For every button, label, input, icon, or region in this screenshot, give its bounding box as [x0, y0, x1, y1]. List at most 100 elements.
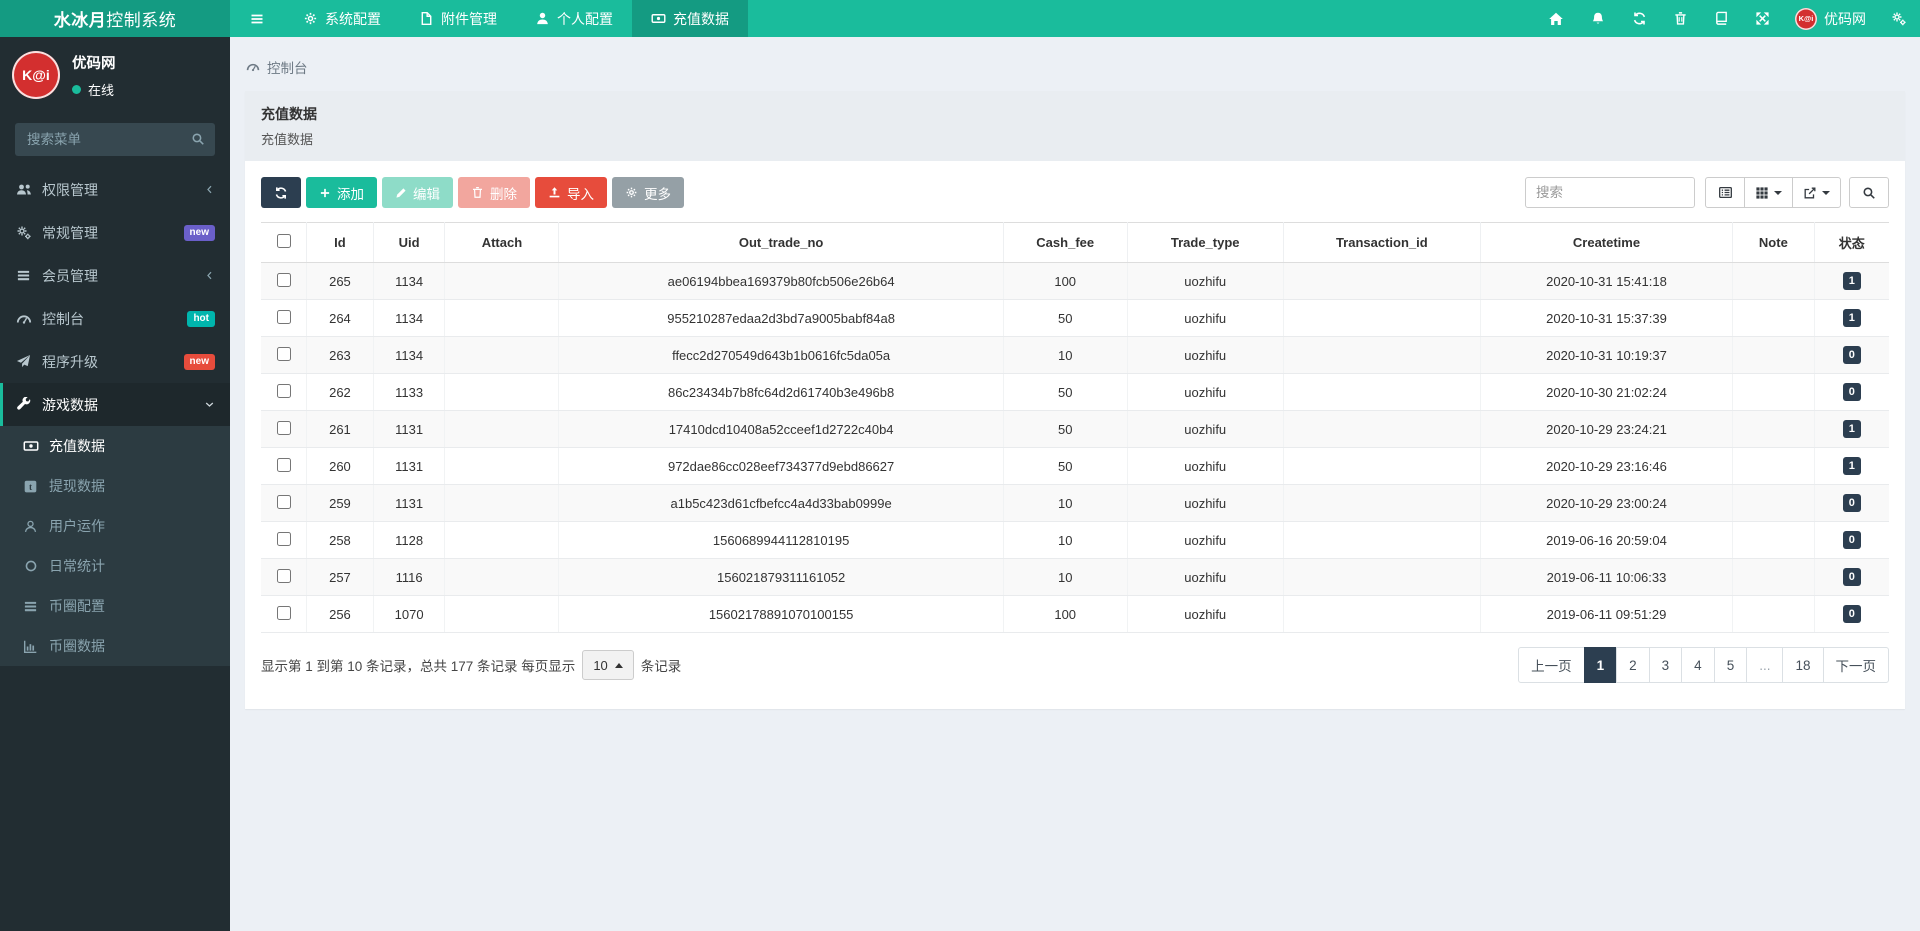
- caret-down-icon: [1822, 190, 1830, 195]
- menu-search-input[interactable]: [15, 123, 215, 156]
- cell-note: [1732, 484, 1815, 522]
- table-toolbar: 添加 编辑 删除 导入 更多: [261, 177, 1889, 208]
- sidebar-item-user-operation[interactable]: 用户运作: [0, 506, 230, 546]
- nav-item-system-config[interactable]: 系统配置: [284, 0, 400, 37]
- row-checkbox[interactable]: [276, 568, 291, 583]
- row-checkbox[interactable]: [276, 605, 291, 620]
- cell-trade-type: uozhifu: [1126, 373, 1284, 411]
- table-header-row: Id Uid Attach Out_trade_no Cash_fee Trad…: [261, 222, 1889, 263]
- tachometer-icon: [16, 314, 31, 324]
- sidebar-item-members[interactable]: 会员管理: [0, 254, 230, 297]
- page-button[interactable]: 4: [1681, 647, 1715, 683]
- delete-button[interactable]: 删除: [458, 177, 530, 208]
- row-checkbox[interactable]: [276, 346, 291, 361]
- status-badge: 1: [1842, 309, 1861, 327]
- sidebar-item-withdraw-data[interactable]: t 提现数据: [0, 466, 230, 506]
- cell-id: 259: [306, 484, 374, 522]
- toggle-view-button[interactable]: [1705, 177, 1745, 208]
- page-button[interactable]: 2: [1616, 647, 1650, 683]
- cell-trade-type: uozhifu: [1126, 595, 1284, 633]
- sidebar-item-label: 程序升级: [42, 353, 98, 370]
- page-button[interactable]: 18: [1782, 647, 1824, 683]
- status-badge: 0: [1842, 346, 1861, 364]
- cell-out-trade-no: 156021879311161052: [558, 558, 1004, 596]
- edit-button-label: 编辑: [413, 186, 440, 202]
- home-button[interactable]: [1535, 0, 1577, 37]
- cell-createtime: 2020-10-29 23:00:24: [1479, 484, 1734, 522]
- sidebar-toggle-button[interactable]: [230, 0, 284, 37]
- table-row: 264 1134 955210287edaa2d3bd7a9005babf84a…: [261, 299, 1889, 337]
- refresh-table-button[interactable]: [261, 177, 301, 208]
- sidebar-item-daily-stats[interactable]: 日常统计: [0, 546, 230, 586]
- sidebar-item-label: 币圈数据: [49, 638, 105, 654]
- logs-button[interactable]: [1701, 0, 1742, 37]
- row-select-cell: [261, 262, 308, 300]
- nav-item-recharge-data[interactable]: 充值数据: [632, 0, 748, 37]
- sidebar-item-coin-config[interactable]: 币圈配置: [0, 586, 230, 626]
- table-search-input[interactable]: [1525, 177, 1695, 208]
- search-submit-button[interactable]: [1849, 177, 1889, 208]
- refresh-icon: [275, 186, 287, 199]
- prev-page-button[interactable]: 上一页: [1518, 647, 1585, 683]
- bar-chart-icon: [23, 640, 37, 653]
- select-all-checkbox[interactable]: [276, 234, 291, 248]
- per-page-select[interactable]: 10: [582, 650, 634, 680]
- sidebar-item-recharge-data[interactable]: 充值数据: [0, 426, 230, 466]
- clear-cache-button[interactable]: [1660, 0, 1701, 37]
- columns-button[interactable]: [1744, 177, 1793, 208]
- settings-button[interactable]: [1878, 0, 1920, 37]
- column-header-createtime: Createtime: [1479, 222, 1734, 263]
- page-button[interactable]: 1: [1583, 647, 1618, 683]
- caret-up-icon: [614, 662, 623, 668]
- cell-out-trade-no: ffecc2d270549d643b1b0616fc5da05a: [558, 336, 1004, 374]
- add-button[interactable]: 添加: [306, 177, 377, 208]
- gear-icon: [304, 12, 317, 25]
- export-button[interactable]: [1792, 177, 1841, 208]
- user-menu[interactable]: K@i 优码网: [1783, 0, 1878, 37]
- sidebar-item-label: 权限管理: [42, 181, 98, 198]
- row-checkbox[interactable]: [276, 309, 291, 324]
- hot-badge: hot: [187, 310, 215, 327]
- row-checkbox[interactable]: [276, 383, 291, 398]
- avatar: K@i: [1795, 7, 1817, 30]
- sidebar-item-coin-data[interactable]: 币圈数据: [0, 626, 230, 666]
- cell-uid: 1131: [372, 484, 446, 522]
- cell-out-trade-no: 1560689944112810195: [558, 521, 1004, 559]
- fullscreen-button[interactable]: [1742, 0, 1783, 37]
- row-checkbox[interactable]: [276, 457, 291, 472]
- add-button-label: 添加: [337, 186, 364, 202]
- row-checkbox[interactable]: [276, 272, 291, 287]
- sidebar-item-upgrade[interactable]: 程序升级 new: [0, 340, 230, 383]
- refresh-button[interactable]: [1619, 0, 1660, 37]
- cell-id: 261: [306, 410, 374, 448]
- cell-status: 0: [1813, 373, 1889, 411]
- row-checkbox[interactable]: [276, 494, 291, 509]
- more-button[interactable]: 更多: [612, 177, 684, 208]
- user-icon: [537, 12, 548, 25]
- cell-status: 0: [1813, 336, 1889, 374]
- row-checkbox[interactable]: [276, 531, 291, 546]
- sidebar-item-game-data[interactable]: 游戏数据: [0, 383, 230, 426]
- import-button[interactable]: 导入: [535, 177, 607, 208]
- page-button[interactable]: 5: [1713, 647, 1748, 683]
- next-page-button[interactable]: 下一页: [1822, 647, 1889, 683]
- breadcrumb-item[interactable]: 控制台: [267, 57, 308, 77]
- sidebar-item-permissions[interactable]: 权限管理: [0, 168, 230, 211]
- nav-item-profile[interactable]: 个人配置: [516, 0, 632, 37]
- cell-transaction-id: [1282, 484, 1481, 522]
- sidebar-item-dashboard[interactable]: 控制台 hot: [0, 297, 230, 340]
- status-badge: 0: [1842, 605, 1861, 623]
- page-button[interactable]: 3: [1648, 647, 1683, 683]
- list-icon: [17, 270, 30, 281]
- row-checkbox[interactable]: [276, 420, 291, 435]
- cell-createtime: 2019-06-16 20:59:04: [1479, 521, 1734, 559]
- notifications-button[interactable]: [1577, 0, 1619, 37]
- nav-item-label: 附件管理: [441, 10, 497, 27]
- edit-button[interactable]: 编辑: [382, 177, 453, 208]
- refresh-icon: [1633, 12, 1646, 25]
- cell-transaction-id: [1282, 447, 1481, 485]
- nav-item-attachments[interactable]: 附件管理: [400, 0, 516, 37]
- money-bill-icon: [651, 14, 666, 23]
- sidebar-item-general[interactable]: 常规管理 new: [0, 211, 230, 254]
- cell-out-trade-no: 955210287edaa2d3bd7a9005babf84a8: [558, 299, 1004, 337]
